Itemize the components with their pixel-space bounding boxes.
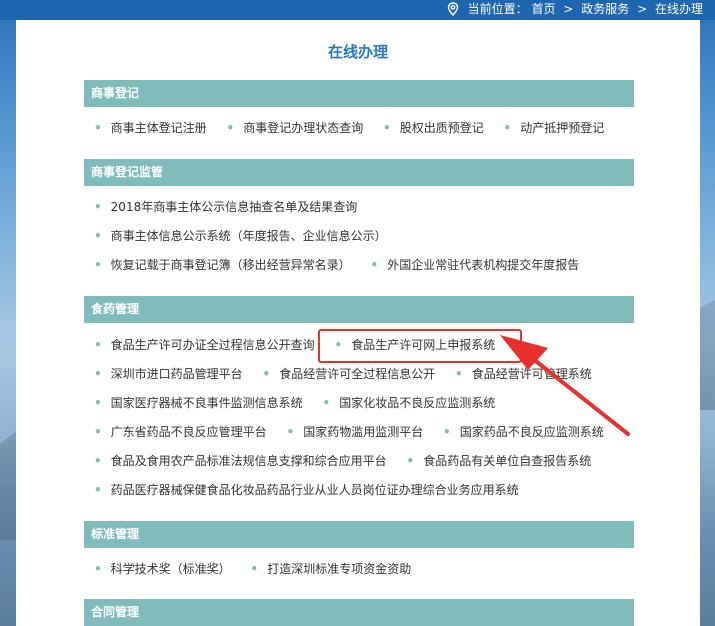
dot-bullet-icon: • xyxy=(94,562,102,576)
breadcrumb-label: 当前位置： xyxy=(467,2,528,16)
section-header-food-drug-management: 食药管理 xyxy=(84,296,634,323)
content-panel: 在线办理 商事登记 • 商事主体登记注册 • 商事登记办理状态查询 • 股权出质预登记… xyxy=(16,20,700,626)
dot-bullet-icon: • xyxy=(383,121,391,135)
link-item[interactable]: 食品及食用农产品标准法规信息支撑和综合应用平台 xyxy=(111,454,387,468)
link-item[interactable]: 商事主体信息公示系统（年度报告、企业信息公示） xyxy=(111,229,387,243)
dot-bullet-icon: • xyxy=(226,121,235,135)
breadcrumb-separator: > xyxy=(637,2,648,16)
red-arrow-icon xyxy=(500,335,630,436)
dot-bullet-icon: • xyxy=(94,200,102,214)
list-item: • 恢复记载于商事登记簿（移出经营异常名录） xyxy=(94,256,351,274)
link-item[interactable]: 食品经营许可全过程信息公开 xyxy=(279,367,435,381)
dot-bullet-icon: • xyxy=(94,454,102,468)
link-item[interactable]: 动产抵押预登记 xyxy=(520,121,604,135)
link-item[interactable]: 药品医疗器械保健食品化妆品药品行业从业人员岗位证办理综合业务应用系统 xyxy=(111,483,519,497)
dot-bullet-icon: • xyxy=(406,454,415,468)
dot-bullet-icon: • xyxy=(94,229,102,243)
link-item[interactable]: 科学技术奖（标准奖） xyxy=(111,562,231,576)
dot-bullet-icon: • xyxy=(250,562,259,576)
dot-bullet-icon: • xyxy=(455,367,463,381)
list-item: • 广东省药品不良反应管理平台 xyxy=(94,423,267,441)
dot-bullet-icon: • xyxy=(94,483,102,497)
section-header-standards-management: 标准管理 xyxy=(84,521,634,548)
list-item: • 食品生产许可办证全过程信息公开查询 xyxy=(94,336,315,354)
dot-bullet-icon: • xyxy=(94,425,102,439)
dot-bullet-icon: • xyxy=(94,396,102,410)
breadcrumb-online-processing[interactable]: 在线办理 xyxy=(655,2,703,16)
list-item: • 股权出质预登记 xyxy=(383,119,484,137)
link-item[interactable]: 深圳市进口药品管理平台 xyxy=(111,367,243,381)
list-item: • 国家医疗器械不良事件监测信息系统 xyxy=(94,394,303,412)
list-item: • 外国企业常驻代表机构提交年度报告 xyxy=(371,256,580,274)
list-item: • 深圳市进口药品管理平台 xyxy=(94,365,243,383)
dot-bullet-icon: • xyxy=(94,121,102,135)
link-item[interactable]: 外国企业常驻代表机构提交年度报告 xyxy=(387,258,579,272)
list-row: • 科学技术奖（标准奖） • 打造深圳标准专项资金资助 xyxy=(94,560,411,578)
link-item[interactable]: 打造深圳标准专项资金资助 xyxy=(267,562,411,576)
link-item[interactable]: 2018年商事主体公示信息抽查名单及结果查询 xyxy=(111,200,358,214)
list-row: • 恢复记载于商事登记簿（移出经营异常名录） • 外国企业常驻代表机构提交年度报告 xyxy=(94,256,579,274)
list-item: • 科学技术奖（标准奖） xyxy=(94,560,231,578)
list-item: • 动产抵押预登记 xyxy=(504,119,605,137)
list-item: • 打造深圳标准专项资金资助 xyxy=(251,560,412,578)
link-item[interactable]: 股权出质预登记 xyxy=(400,121,484,135)
list-row: • 商事主体登记注册 • 商事登记办理状态查询 • 股权出质预登记 • 动产抵押预登记 xyxy=(94,119,604,137)
dot-bullet-icon: • xyxy=(286,425,295,439)
breadcrumb: 当前位置： 首页 > 政务服务 > 在线办理 xyxy=(446,0,703,20)
list-item: • 商事主体登记注册 xyxy=(94,119,207,137)
section-header-registration-supervision: 商事登记监管 xyxy=(84,159,634,186)
list-item: • 食品经营许可全过程信息公开 xyxy=(263,365,436,383)
list-item: • 药品医疗器械保健食品化妆品药品行业从业人员岗位证办理综合业务应用系统 xyxy=(94,481,519,499)
dot-bullet-icon: • xyxy=(262,367,271,381)
dot-bullet-icon: • xyxy=(94,338,102,352)
link-item[interactable]: 食品生产许可办证全过程信息公开查询 xyxy=(111,338,315,352)
list-row: • 商事主体信息公示系统（年度报告、企业信息公示） xyxy=(94,227,387,245)
breadcrumb-home[interactable]: 首页 xyxy=(532,2,556,16)
link-item[interactable]: 国家药物滥用监测平台 xyxy=(303,425,423,439)
list-row: • 国家医疗器械不良事件监测信息系统 • 国家化妆品不良反应监测系统 xyxy=(94,394,495,412)
list-item: • 商事主体信息公示系统（年度报告、企业信息公示） xyxy=(94,227,387,245)
list-row: • 2018年商事主体公示信息抽查名单及结果查询 xyxy=(94,198,357,216)
list-item: • 食品药品有关单位自查报告系统 xyxy=(407,452,592,470)
list-row: • 食品及食用农产品标准法规信息支撑和综合应用平台 • 食品药品有关单位自查报告系统 xyxy=(94,452,591,470)
section-header-contract-management: 合同管理 xyxy=(84,599,634,626)
link-item[interactable]: 广东省药品不良反应管理平台 xyxy=(111,425,267,439)
link-item[interactable]: 恢复记载于商事登记簿（移出经营异常名录） xyxy=(111,258,351,272)
dot-bullet-icon: • xyxy=(370,258,379,272)
link-item[interactable]: 食品药品有关单位自查报告系统 xyxy=(423,454,591,468)
dot-bullet-icon: • xyxy=(94,258,102,272)
link-item[interactable]: 国家医疗器械不良事件监测信息系统 xyxy=(111,396,303,410)
list-item: • 食品及食用农产品标准法规信息支撑和综合应用平台 xyxy=(94,452,387,470)
dot-bullet-icon: • xyxy=(443,425,451,439)
link-item[interactable]: 商事登记办理状态查询 xyxy=(243,121,363,135)
location-pin-icon xyxy=(446,2,460,16)
breadcrumb-gov-services[interactable]: 政务服务 xyxy=(581,2,629,16)
link-item[interactable]: 商事主体登记注册 xyxy=(111,121,207,135)
dot-bullet-icon: • xyxy=(94,367,102,381)
breadcrumb-separator: > xyxy=(563,2,574,16)
dot-bullet-icon: • xyxy=(503,121,512,135)
section-header-business-registration: 商事登记 xyxy=(84,80,634,107)
dot-bullet-icon: • xyxy=(322,396,331,410)
list-row: • 药品医疗器械保健食品化妆品药品行业从业人员岗位证办理综合业务应用系统 xyxy=(94,481,519,499)
page-title: 在线办理 xyxy=(327,43,388,61)
list-item: • 2018年商事主体公示信息抽查名单及结果查询 xyxy=(94,198,357,216)
list-item: • 商事登记办理状态查询 xyxy=(227,119,364,137)
list-item: • 国家药物滥用监测平台 xyxy=(287,423,424,441)
